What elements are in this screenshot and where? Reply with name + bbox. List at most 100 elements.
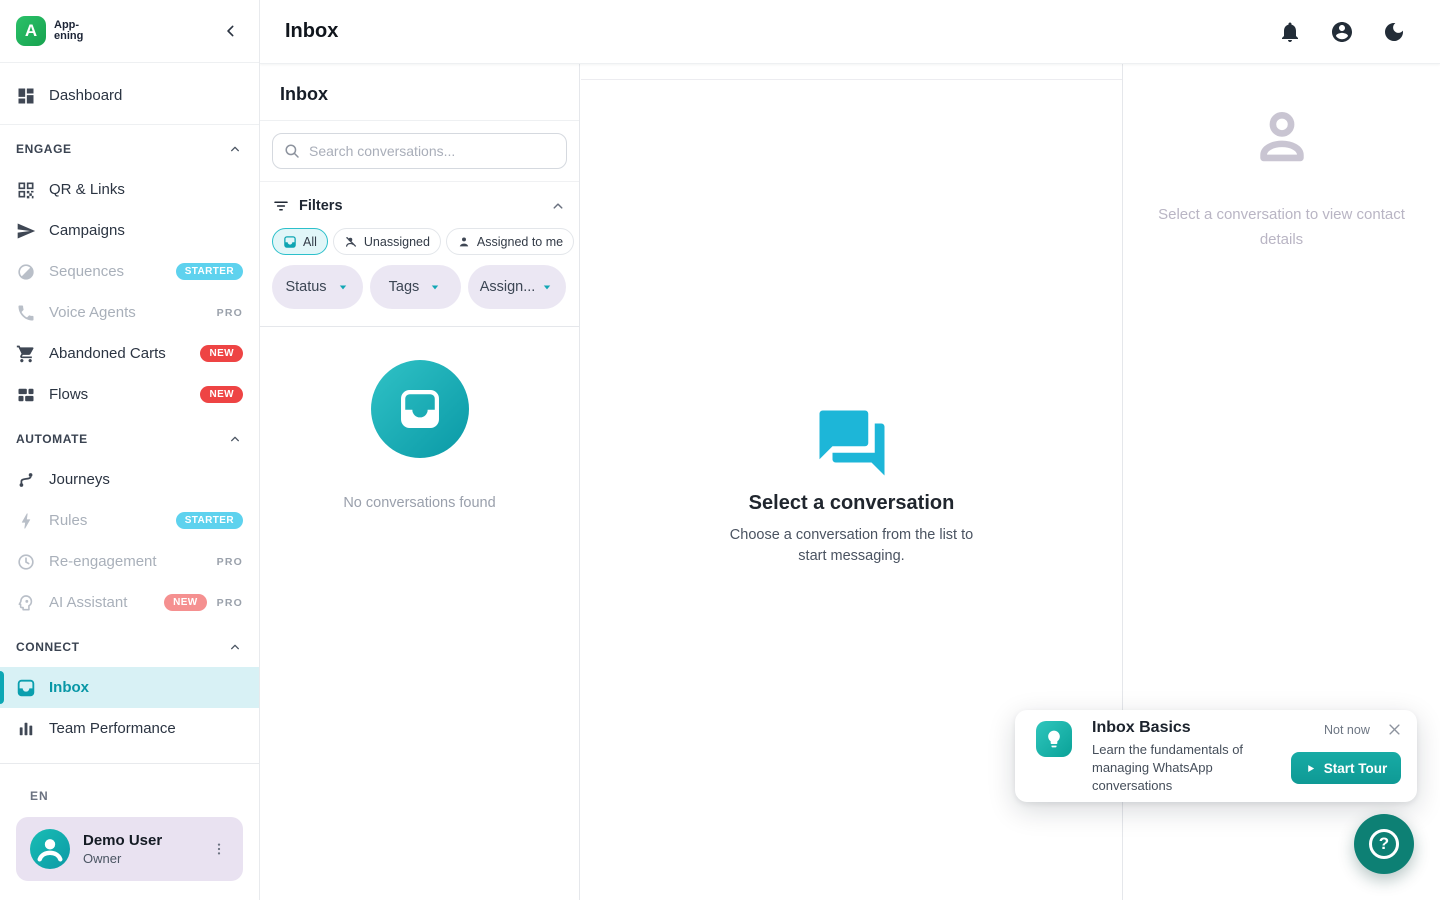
ai-assistant-icon [16,593,36,613]
filter-chip-all[interactable]: All [272,228,328,255]
section-label: AUTOMATE [16,432,88,446]
sidebar-item-sequences[interactable]: Sequences STARTER [0,251,259,292]
close-icon[interactable] [1383,718,1406,741]
assignee-dropdown[interactable]: Assign... [468,265,566,309]
sidebar-item-re-engagement[interactable]: Re-engagement PRO [0,541,259,582]
sidebar-item-label: QR & Links [49,181,125,198]
dark-mode-toggle[interactable] [1374,12,1414,52]
chevron-up-icon [227,639,243,655]
sidebar-item-activity-heatmap[interactable]: Activity Heatmap [0,749,259,763]
chat-empty-state: Select a conversation Choose a conversat… [692,404,1012,567]
filter-chips: All Unassigned Assigned to me [272,228,567,255]
bar-chart-icon [16,719,36,739]
sidebar-item-label: Team Performance [49,720,176,737]
lightbulb-icon [1036,721,1072,757]
user-menu-button[interactable] [205,835,233,863]
avatar [30,829,70,869]
chat-topbar [581,64,1122,80]
filters-section: Filters All Unassigned Assigned to me [260,182,579,327]
account-button[interactable] [1322,12,1362,52]
person-slash-icon [344,235,358,249]
sequences-icon [16,262,36,282]
filter-dropdowns: Status Tags Assign... [272,265,567,309]
notifications-button[interactable] [1270,12,1310,52]
bell-icon [1278,20,1302,44]
user-card[interactable]: Demo User Owner [16,817,243,881]
sidebar-item-flows[interactable]: Flows NEW [0,374,259,415]
conversation-list-panel: Inbox Filters All Unassigned [260,64,580,900]
pro-label: PRO [217,307,243,319]
pro-label: PRO [217,597,243,609]
new-badge: NEW [164,594,207,611]
qr-code-icon [16,180,36,200]
clock-icon [16,552,36,572]
chip-label: Assigned to me [477,235,563,249]
sidebar-header: A App- ening [0,0,259,63]
sidebar-item-label: Abandoned Carts [49,345,166,362]
contact-empty-state: Select a conversation to view contact de… [1123,104,1440,252]
search-input[interactable] [272,133,567,169]
help-button[interactable]: ? [1354,814,1414,874]
sidebar-item-label: Journeys [49,471,110,488]
sidebar-item-campaigns[interactable]: Campaigns [0,210,259,251]
section-header-connect[interactable]: CONNECT [0,635,259,659]
sidebar-item-ai-assistant[interactable]: AI Assistant NEW PRO [0,582,259,623]
cart-icon [16,344,36,364]
starter-badge: STARTER [176,512,243,529]
filter-chip-unassigned[interactable]: Unassigned [333,228,441,255]
inbox-empty-icon [371,360,469,458]
sidebar-item-journeys[interactable]: Journeys [0,459,259,500]
filter-chip-assigned-to-me[interactable]: Assigned to me [446,228,574,255]
filters-toggle[interactable]: Filters [272,192,567,220]
section-header-automate[interactable]: AUTOMATE [0,427,259,451]
sidebar-item-team-performance[interactable]: Team Performance [0,708,259,749]
send-icon [16,221,36,241]
new-badge: NEW [200,386,243,403]
user-role: Owner [83,851,162,866]
chat-empty-subtitle: Choose a conversation from the list to s… [718,525,986,567]
sidebar-collapse-button[interactable] [217,17,245,45]
sidebar-item-qr-links[interactable]: QR & Links [0,169,259,210]
tags-dropdown[interactable]: Tags [370,265,461,309]
chevron-down-icon [540,280,554,294]
chat-bubbles-icon [692,404,1012,482]
chat-empty-title: Select a conversation [692,492,1012,515]
sidebar-item-label: Sequences [49,263,124,280]
tour-card-title: Inbox Basics [1092,719,1191,737]
sidebar-item-label: AI Assistant [49,594,127,611]
moon-icon [1382,20,1406,44]
starter-badge: STARTER [176,263,243,280]
not-now-button[interactable]: Not now [1324,723,1370,737]
person-avatar-icon [30,829,70,869]
person-icon [457,235,471,249]
journeys-icon [16,470,36,490]
status-dropdown[interactable]: Status [272,265,363,309]
section-items-automate: Journeys Rules STARTER Re-engagement PRO… [0,459,259,623]
sidebar-item-rules[interactable]: Rules STARTER [0,500,259,541]
chevron-down-icon [336,280,350,294]
section-label: CONNECT [16,640,80,654]
language-label[interactable]: EN [30,789,259,803]
section-header-engage[interactable]: ENGAGE [0,137,259,161]
dropdown-label: Status [285,279,326,295]
phone-icon [16,303,36,323]
filter-icon [272,197,290,215]
user-name: Demo User [83,832,162,849]
sidebar-item-abandoned-carts[interactable]: Abandoned Carts NEW [0,333,259,374]
sidebar: A App- ening Dashboard ENGAGE [0,0,260,900]
dropdown-label: Assign... [480,279,536,295]
dots-vertical-icon [211,841,227,857]
account-circle-icon [1330,20,1354,44]
topbar-actions [1270,12,1414,52]
inbox-icon [283,235,297,249]
sidebar-item-label: Flows [49,386,88,403]
section-items-engage: QR & Links Campaigns Sequences STARTER V… [0,169,259,415]
person-outline-icon [1123,104,1440,170]
lightning-icon [16,511,36,531]
sidebar-item-dashboard[interactable]: Dashboard [0,75,259,116]
sidebar-item-label: Re-engagement [49,553,157,570]
chip-label: All [303,235,317,249]
start-tour-button[interactable]: Start Tour [1291,752,1401,784]
sidebar-item-inbox[interactable]: Inbox [0,667,259,708]
sidebar-item-voice-agents[interactable]: Voice Agents PRO [0,292,259,333]
